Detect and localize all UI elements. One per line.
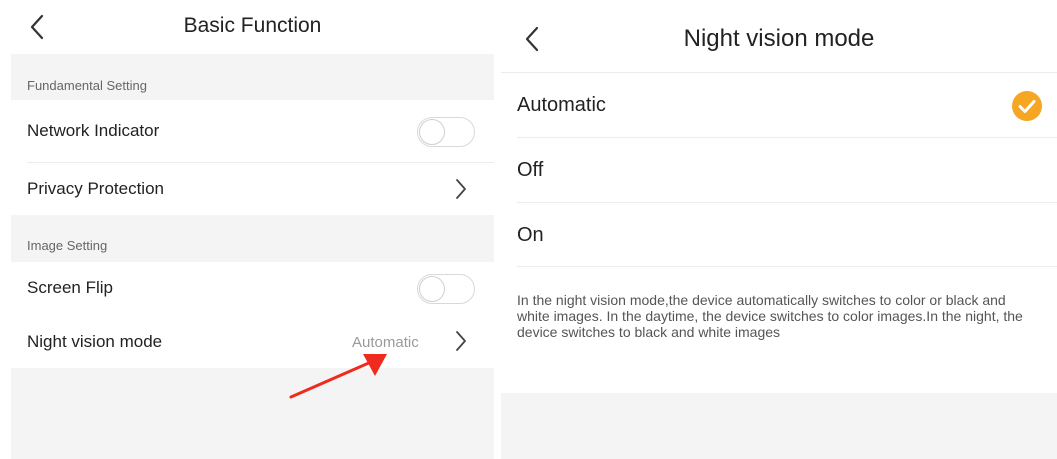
option-label: Off — [517, 159, 544, 181]
section-label-fundamental: Fundamental Setting — [27, 78, 147, 93]
option-label: On — [517, 224, 544, 246]
row-privacy-protection[interactable]: Privacy Protection — [11, 163, 494, 215]
row-label: Night vision mode — [27, 332, 163, 351]
night-vision-screen: Night vision mode Automatic Off On In th… — [501, 0, 1057, 459]
row-screen-flip[interactable]: Screen Flip — [11, 262, 494, 314]
row-label: Screen Flip — [27, 278, 113, 297]
section-header: Image Setting — [11, 215, 494, 262]
check-circle-icon — [1012, 91, 1042, 121]
divider — [517, 266, 1057, 267]
row-network-indicator[interactable]: Network Indicator — [11, 100, 494, 162]
section-header: Fundamental Setting — [11, 54, 494, 100]
option-label: Automatic — [517, 94, 606, 116]
option-off[interactable]: Off — [501, 138, 1057, 202]
row-night-vision-mode[interactable]: Night vision mode Automatic — [11, 314, 494, 368]
toggle-knob — [419, 276, 445, 302]
page-title: Basic Function — [183, 14, 322, 37]
description-text: In the night vision mode,the device auto… — [517, 292, 1023, 340]
row-label: Network Indicator — [27, 121, 160, 140]
chevron-right-icon — [456, 331, 466, 351]
option-on[interactable]: On — [501, 203, 1057, 267]
section-label-image: Image Setting — [27, 238, 108, 253]
chevron-right-icon — [456, 179, 466, 199]
basic-function-screen: Basic Function Fundamental Setting Netwo… — [11, 0, 494, 459]
page-title: Night vision mode — [683, 25, 875, 52]
row-label: Privacy Protection — [27, 179, 164, 198]
screen-flip-toggle[interactable] — [417, 274, 475, 304]
empty-area — [11, 368, 494, 459]
toggle-knob — [419, 119, 445, 145]
header: Basic Function — [11, 0, 494, 54]
network-indicator-toggle[interactable] — [417, 117, 475, 147]
header: Night vision mode — [501, 0, 1057, 73]
empty-area — [501, 393, 1057, 459]
red-arrow-icon — [289, 354, 387, 399]
option-automatic[interactable]: Automatic — [501, 73, 1057, 137]
